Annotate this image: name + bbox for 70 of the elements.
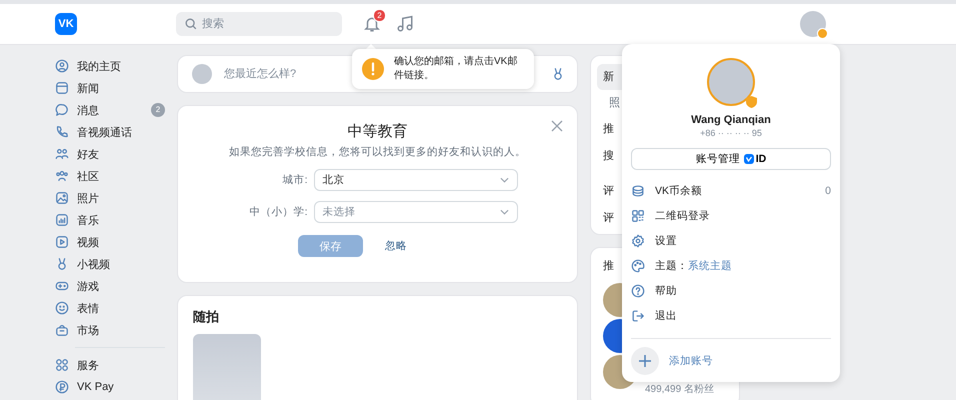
close-icon[interactable]: [551, 120, 563, 132]
card-title: 推: [603, 259, 614, 273]
chat-bubble-icon: [55, 103, 69, 117]
chevron-icon: [500, 209, 508, 215]
warning-icon: [362, 58, 384, 80]
avatar[interactable]: [800, 11, 826, 37]
music-chart-icon: [55, 213, 69, 227]
people-icon: [55, 147, 69, 161]
card-title: 中等教育: [348, 122, 408, 141]
palette-icon: [631, 258, 645, 272]
phone-number: +86 ·· ·· ·· ·· 95: [700, 128, 762, 138]
menu-item[interactable]: 帮助: [631, 278, 831, 303]
field-label: 城市:: [282, 173, 308, 187]
add-account-item[interactable]: 添加账号: [631, 347, 831, 375]
checkmark-badge-icon: [744, 154, 754, 164]
tooltip-text: 确认您的邮箱，请点击VK邮件链接。: [394, 55, 518, 83]
account-manage-button[interactable]: 账号管理 ID: [631, 148, 831, 170]
menu-item[interactable]: 设置: [631, 228, 831, 253]
field-label: 中（小）学:: [248, 205, 308, 219]
sidebar-item[interactable]: 新闻: [55, 77, 165, 99]
coins-icon: [631, 184, 645, 198]
sidebar-item[interactable]: 音视频通话: [55, 121, 165, 143]
sidebar-item[interactable]: 市场: [55, 319, 165, 341]
bag-icon: [55, 323, 69, 337]
sidebar-item[interactable]: 小视频: [55, 253, 165, 275]
chevron-icon: [500, 177, 508, 183]
smiley-icon: [55, 301, 69, 315]
qr-code-icon: [631, 208, 645, 222]
sidebar-item[interactable]: 音乐: [55, 209, 165, 231]
help-icon: [631, 284, 645, 298]
news-icon: [55, 81, 69, 95]
sidebar-item[interactable]: 视频: [55, 231, 165, 253]
group-icon: [55, 169, 69, 183]
filter-item[interactable]: 照: [597, 90, 620, 116]
menu-item[interactable]: 退出: [631, 303, 831, 328]
sidebar-item[interactable]: 游戏: [55, 275, 165, 297]
gamepad-icon: [55, 279, 69, 293]
sidebar-item[interactable]: 消息 2: [55, 99, 165, 121]
dropdown-field[interactable]: 北京: [314, 169, 518, 191]
sidebar-item[interactable]: VK Pay: [55, 376, 165, 398]
phone-icon: [55, 125, 69, 139]
card-title: 随拍: [193, 308, 220, 326]
sidebar-item[interactable]: 我的主页: [55, 55, 165, 77]
search-field[interactable]: 搜索: [176, 12, 342, 36]
menu-item[interactable]: 二维码登录: [631, 203, 831, 228]
coin-icon: [55, 380, 69, 394]
sidebar-item[interactable]: 好友: [55, 143, 165, 165]
profile-icon: [55, 59, 69, 73]
grid-icon: [55, 358, 69, 372]
settings-icon: [631, 234, 645, 248]
notification-badge: 2: [373, 9, 386, 22]
avatar: [192, 64, 212, 84]
sidebar-item[interactable]: 服务: [55, 354, 165, 376]
sidebar-item[interactable]: 社区: [55, 165, 165, 187]
skip-link[interactable]: 忽略: [385, 239, 407, 253]
logo[interactable]: VK: [55, 13, 77, 35]
menu-item[interactable]: VK币余额 0: [631, 178, 831, 203]
follower-count: 499,499 名粉丝: [645, 382, 714, 396]
sidebar-item[interactable]: 表情: [55, 297, 165, 319]
user-name: Wang Qianqian: [691, 114, 771, 126]
plus-icon: [631, 347, 659, 375]
picture-icon: [55, 191, 69, 205]
card-subtitle: 如果您完善学校信息，您将可以找到更多的好友和认识的人。: [229, 145, 526, 159]
music-note-icon[interactable]: [396, 15, 414, 33]
menu-item[interactable]: 主题：系统主题: [631, 253, 831, 278]
sidebar-item[interactable]: 照片: [55, 187, 165, 209]
count-badge: 2: [151, 103, 165, 117]
logout-icon: [631, 308, 645, 322]
search-icon: [184, 17, 198, 31]
play-icon: [55, 235, 69, 249]
